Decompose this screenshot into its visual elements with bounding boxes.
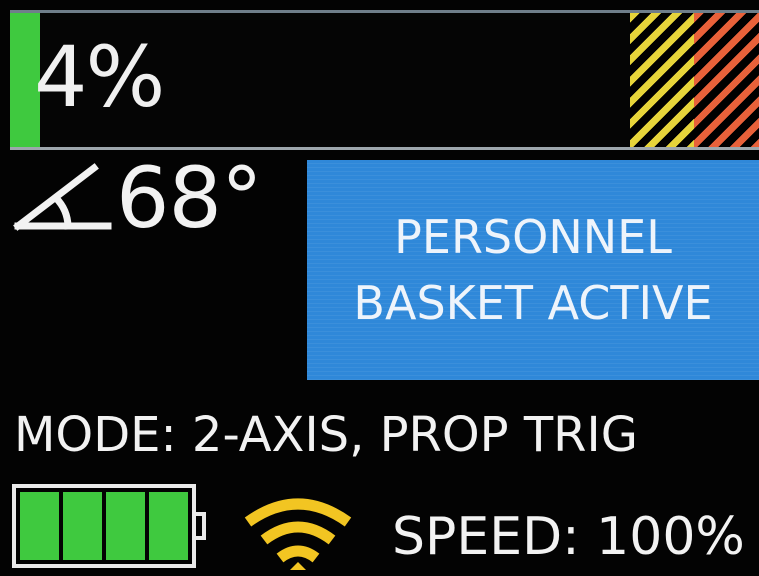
wifi-signal-icon xyxy=(244,498,352,570)
battery-cell xyxy=(106,492,145,560)
status-banner: PERSONNEL BASKET ACTIVE xyxy=(307,160,759,380)
status-line-1: PERSONNEL xyxy=(394,210,672,264)
status-line-2: BASKET ACTIVE xyxy=(353,276,713,330)
boom-angle-icon xyxy=(13,163,112,231)
battery-cell xyxy=(149,492,188,560)
battery-cell xyxy=(63,492,102,560)
load-percent: 4% xyxy=(34,28,165,126)
remote-control-display: 4% 68° PERSONNEL BASKET ACTIVE MODE: 2-A… xyxy=(0,0,759,576)
battery-icon xyxy=(12,484,196,568)
load-danger-zone xyxy=(694,13,759,147)
boom-angle-value: 68° xyxy=(116,149,263,247)
battery-cell xyxy=(20,492,59,560)
battery-terminal xyxy=(196,512,206,540)
speed-label: SPEED: 100% xyxy=(392,507,745,567)
load-bar: 4% xyxy=(10,10,759,150)
mode-label: MODE: 2-AXIS, PROP TRIG xyxy=(14,407,638,463)
load-warning-zone xyxy=(630,13,694,147)
